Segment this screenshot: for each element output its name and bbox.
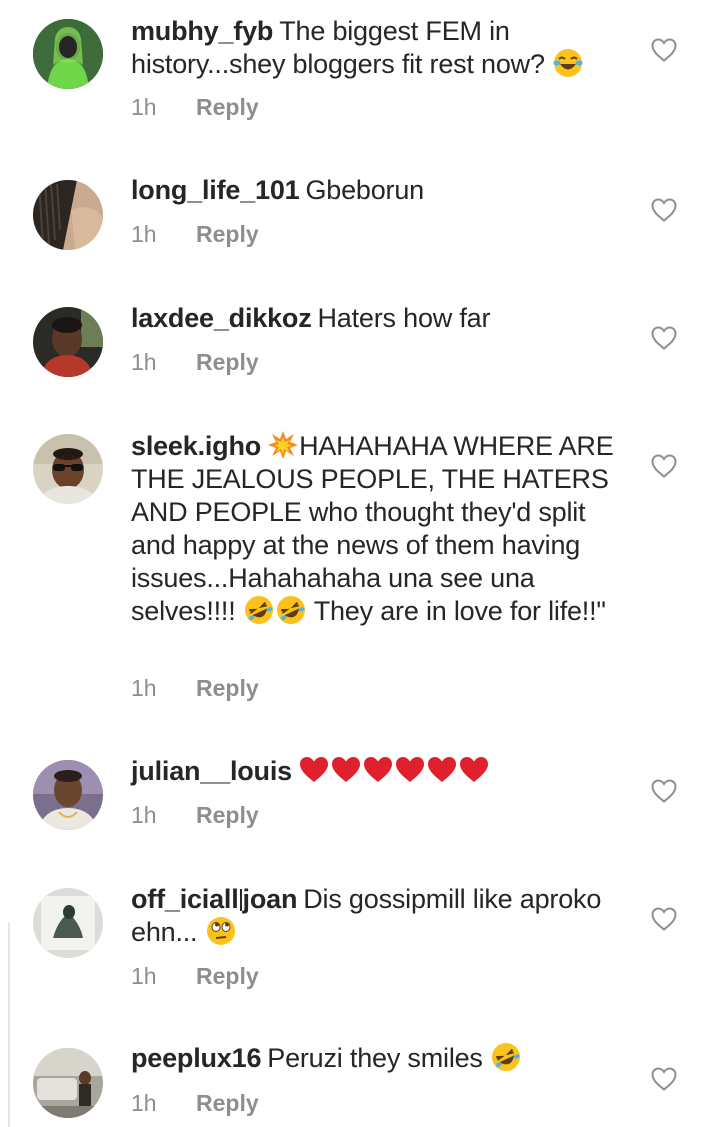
- comment-text: laxdee_dikkoz Haters how far: [131, 302, 626, 335]
- rofl-emoji: [491, 1042, 521, 1072]
- comment-username[interactable]: long_life_101: [131, 175, 300, 205]
- heart-icon[interactable]: [650, 325, 678, 351]
- comment-message: Haters how far: [317, 303, 491, 333]
- comment-username[interactable]: sleek.igho: [131, 431, 261, 461]
- heart-icon[interactable]: [650, 37, 678, 63]
- heart-icon[interactable]: [650, 778, 678, 804]
- comment-username[interactable]: laxdee_dikkoz: [131, 303, 312, 333]
- comment-timestamp: 1h: [131, 94, 157, 120]
- avatar[interactable]: [33, 19, 103, 89]
- heart-icon[interactable]: [650, 453, 678, 479]
- comment-meta: 1h Reply: [131, 221, 259, 248]
- rofl-emoji: [244, 595, 274, 625]
- comment-meta: 1h Reply: [131, 802, 259, 829]
- red-heart-emoji: [427, 755, 457, 785]
- comment-timestamp: 1h: [131, 963, 157, 989]
- avatar[interactable]: [33, 888, 103, 958]
- reply-button[interactable]: Reply: [196, 221, 259, 247]
- red-heart-emoji: [459, 755, 489, 785]
- comment-timestamp: 1h: [131, 349, 157, 375]
- comment-text: julian__louis: [131, 755, 626, 788]
- comment-meta: 1h Reply: [131, 1090, 259, 1117]
- reply-button[interactable]: Reply: [196, 349, 259, 375]
- heart-emoji-row: [298, 756, 490, 786]
- comment-username[interactable]: mubhy_fyb: [131, 16, 273, 46]
- avatar[interactable]: [33, 1048, 103, 1118]
- avatar[interactable]: [33, 434, 103, 504]
- red-heart-emoji: [395, 755, 425, 785]
- eye-roll-emoji: [206, 916, 236, 946]
- comment-timestamp: 1h: [131, 675, 157, 701]
- reply-button[interactable]: Reply: [196, 94, 259, 120]
- comment-text: mubhy_fyb The biggest FEM in history...sh…: [131, 15, 626, 81]
- heart-icon[interactable]: [650, 1066, 678, 1092]
- comment-message: Peruzi they smiles: [267, 1043, 483, 1073]
- reply-button[interactable]: Reply: [196, 963, 259, 989]
- comment-timestamp: 1h: [131, 802, 157, 828]
- comment-meta: 1h Reply: [131, 675, 259, 702]
- scroll-edge-indicator: [8, 922, 10, 1127]
- comment-timestamp: 1h: [131, 1090, 157, 1116]
- comment-username[interactable]: julian__louis: [131, 756, 292, 786]
- comment-text: off_iciall joan Dis gossipmill like aproko…: [131, 883, 626, 949]
- comment-text: sleek.igho HAHAHAHA WHERE ARE THE JEALOU…: [131, 430, 626, 628]
- heart-icon[interactable]: [650, 197, 678, 223]
- comment-meta: 1h Reply: [131, 963, 259, 990]
- collision-emoji: [268, 430, 299, 460]
- comment-message-continued: They are in love for life!!": [313, 596, 606, 626]
- avatar[interactable]: [33, 180, 103, 250]
- red-heart-emoji: [331, 755, 361, 785]
- heart-icon[interactable]: [650, 906, 678, 932]
- avatar[interactable]: [33, 307, 103, 377]
- reply-button[interactable]: Reply: [196, 675, 259, 701]
- reply-button[interactable]: Reply: [196, 802, 259, 828]
- reply-button[interactable]: Reply: [196, 1090, 259, 1116]
- avatar[interactable]: [33, 760, 103, 830]
- red-heart-emoji: [363, 755, 393, 785]
- red-heart-emoji: [299, 755, 329, 785]
- comment-message: Gbeborun: [305, 175, 424, 205]
- comment-meta: 1h Reply: [131, 349, 259, 376]
- comment-text: peeplux16 Peruzi they smiles: [131, 1042, 626, 1075]
- rofl-emoji: [276, 595, 306, 625]
- comment-username[interactable]: off_iciall joan: [131, 884, 297, 914]
- comment-username[interactable]: peeplux16: [131, 1043, 261, 1073]
- comment-timestamp: 1h: [131, 221, 157, 247]
- comment-text: long_life_101 Gbeborun: [131, 174, 626, 207]
- comment-meta: 1h Reply: [131, 94, 259, 121]
- laughing-tears-emoji: [553, 48, 583, 78]
